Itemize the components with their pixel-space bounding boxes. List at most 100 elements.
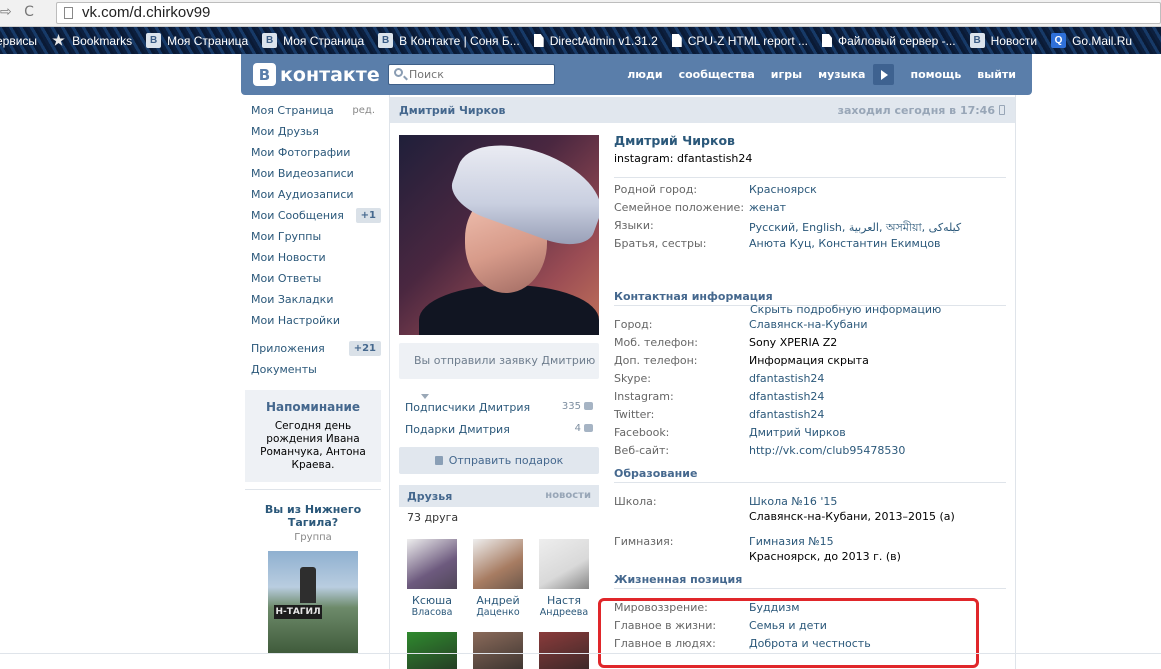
info-value[interactable]: Дмитрий Чирков	[749, 426, 846, 439]
reminder-text[interactable]: Сегодня день рождения Ивана Романчука, А…	[245, 420, 381, 472]
friend-avatar[interactable]	[473, 539, 523, 589]
counter-badge[interactable]: +21	[348, 341, 381, 356]
info-value[interactable]: Анюта Куц, Константин Екимцов	[749, 237, 941, 250]
info-value[interactable]: dfantastish24	[749, 390, 824, 403]
friend-last-name[interactable]: Даценко	[468, 607, 528, 619]
info-row: Доп. телефон: Информация скрыта	[614, 354, 1006, 372]
menu-item[interactable]: Мои Фотографии	[243, 142, 383, 163]
menu-item[interactable]: Мои Настройки	[243, 310, 383, 331]
friend-avatar[interactable]	[407, 539, 457, 589]
friend-first-name[interactable]: Андрей	[468, 595, 528, 607]
nav-buttons[interactable]: ⇨ C	[0, 4, 38, 20]
friend-last-name[interactable]: Власова	[402, 607, 462, 619]
bookmark-item[interactable]: ервисы	[0, 34, 37, 48]
friend-last-name[interactable]: Андреева	[534, 607, 594, 619]
menu-gap	[243, 331, 383, 338]
friend-avatar[interactable]	[539, 539, 589, 589]
menu-item[interactable]: Мои Друзья	[243, 121, 383, 142]
menu-item-label[interactable]: Мои Группы	[251, 230, 321, 243]
bookmark-item[interactable]: B Моя Страница	[262, 33, 364, 48]
menu-item-label[interactable]: Моя Страница	[251, 104, 334, 117]
bookmark-item[interactable]: CPU-Z HTML report ...	[671, 34, 808, 48]
profile-photo[interactable]	[399, 135, 599, 335]
bookmark-item[interactable]: B Новости	[969, 33, 1037, 48]
friend-avatar[interactable]	[407, 632, 457, 669]
menu-item[interactable]: Моя Страница ред.	[243, 100, 383, 121]
friend-item[interactable]: Настя Андреева	[534, 539, 594, 619]
bookmark-item[interactable]: B Моя Страница	[146, 33, 248, 48]
bookmark-item[interactable]: ★ Bookmarks	[51, 32, 132, 48]
info-value[interactable]: Русский, English, العربية, অসমীয়া, کیلە…	[749, 219, 961, 238]
menu-item-label[interactable]: Документы	[251, 363, 317, 376]
edit-link[interactable]: ред.	[352, 100, 375, 121]
menu-item[interactable]: Мои Группы	[243, 226, 383, 247]
vk-logo[interactable]: В контакте	[253, 63, 380, 86]
info-value[interactable]: Гимназия №15	[749, 535, 834, 548]
profile-header-strip: Дмитрий Чирков заходил сегодня в 17:46	[390, 97, 1015, 123]
profile-status[interactable]: instagram: dfantastish24	[614, 152, 1006, 165]
send-gift-button[interactable]: Отправить подарок	[399, 447, 599, 474]
search-box[interactable]	[388, 64, 555, 85]
friend-item[interactable]: Ксюша Власова	[402, 539, 462, 619]
menu-item[interactable]: Мои Видеозаписи	[243, 163, 383, 184]
ad-image[interactable]: Н-ТАГИЛ	[268, 551, 358, 654]
menu-item-label[interactable]: Приложения	[251, 342, 325, 355]
info-row: Моб. телефон: Sony XPERIA Z2	[614, 336, 1006, 354]
menu-item[interactable]: Документы	[243, 359, 383, 380]
menu-item[interactable]: Мои Новости	[243, 247, 383, 268]
friend-request-button[interactable]: Вы отправили заявку Дмитрию	[399, 343, 599, 399]
menu-item-label[interactable]: Мои Друзья	[251, 125, 319, 138]
url-field[interactable]: vk.com/d.chirkov99	[56, 2, 1161, 24]
info-value[interactable]: Славянск-на-Кубани	[749, 318, 868, 331]
search-input[interactable]	[409, 65, 549, 84]
hide-details-link[interactable]: Скрыть подробную информацию	[750, 303, 941, 316]
ad-block[interactable]: Вы из Нижнего Тагила? Группа Н-ТАГИЛ	[245, 489, 381, 654]
nav-communities[interactable]: сообщества	[679, 68, 755, 81]
nav-music[interactable]: музыка	[818, 68, 865, 81]
info-value[interactable]: dfantastish24	[749, 408, 824, 421]
friend-avatar[interactable]	[539, 632, 589, 669]
highlight-box	[598, 598, 979, 668]
info-value[interactable]: dfantastish24	[749, 372, 824, 385]
menu-item[interactable]: Мои Аудиозаписи	[243, 184, 383, 205]
nav-help[interactable]: помощь	[910, 68, 961, 81]
subscribers-link[interactable]: Подписчики Дмитрия 335	[405, 401, 593, 414]
bookmark-item[interactable]: B В Контакте | Соня Б...	[378, 33, 520, 48]
bookmark-item[interactable]: DirectAdmin v1.31.2	[533, 34, 658, 48]
friends-title[interactable]: Друзья	[407, 490, 452, 503]
menu-item-label[interactable]: Мои Аудиозаписи	[251, 188, 354, 201]
nav-people[interactable]: люди	[627, 68, 662, 81]
counter-badge[interactable]: +1	[355, 208, 381, 223]
info-value[interactable]: http://vk.com/club95478530	[749, 444, 905, 457]
info-value[interactable]: женат	[749, 201, 786, 214]
menu-item[interactable]: Мои Ответы	[243, 268, 383, 289]
menu-item-label[interactable]: Мои Сообщения	[251, 209, 344, 222]
nav-logout[interactable]: выйти	[977, 68, 1016, 81]
menu-item-label[interactable]: Мои Настройки	[251, 314, 340, 327]
ad-title[interactable]: Вы из Нижнего Тагила?	[245, 503, 381, 529]
friend-item[interactable]: Андрей Даценко	[468, 539, 528, 619]
gifts-link[interactable]: Подарки Дмитрия 4	[405, 423, 593, 436]
menu-item-label[interactable]: Мои Фотографии	[251, 146, 350, 159]
friend-avatar[interactable]	[473, 632, 523, 669]
play-button[interactable]	[873, 64, 895, 85]
menu-item[interactable]: Приложения +21	[243, 338, 383, 359]
menu-item[interactable]: Мои Сообщения +1	[243, 205, 383, 226]
bookmark-item[interactable]: Q Go.Mail.Ru	[1051, 33, 1132, 48]
friend-first-name[interactable]: Ксюша	[402, 595, 462, 607]
profile-header-name: Дмитрий Чирков	[399, 104, 506, 117]
friends-count[interactable]: 73 друга	[407, 511, 458, 524]
bookmark-item[interactable]: Файловый сервер -...	[821, 34, 956, 48]
info-value[interactable]: Школа №16 '15	[749, 495, 837, 508]
menu-item-label[interactable]: Мои Ответы	[251, 272, 321, 285]
menu-item-label[interactable]: Мои Закладки	[251, 293, 333, 306]
menu-item-label[interactable]: Мои Видеозаписи	[251, 167, 354, 180]
friend-first-name[interactable]: Настя	[534, 595, 594, 607]
menu-item-label[interactable]: Мои Новости	[251, 251, 326, 264]
info-value[interactable]: Красноярск	[749, 183, 817, 196]
menu-item[interactable]: Мои Закладки	[243, 289, 383, 310]
gift-icon	[434, 456, 443, 465]
url-text[interactable]: vk.com/d.chirkov99	[82, 4, 210, 21]
nav-games[interactable]: игры	[771, 68, 802, 81]
friends-news-link[interactable]: новости	[545, 490, 591, 501]
